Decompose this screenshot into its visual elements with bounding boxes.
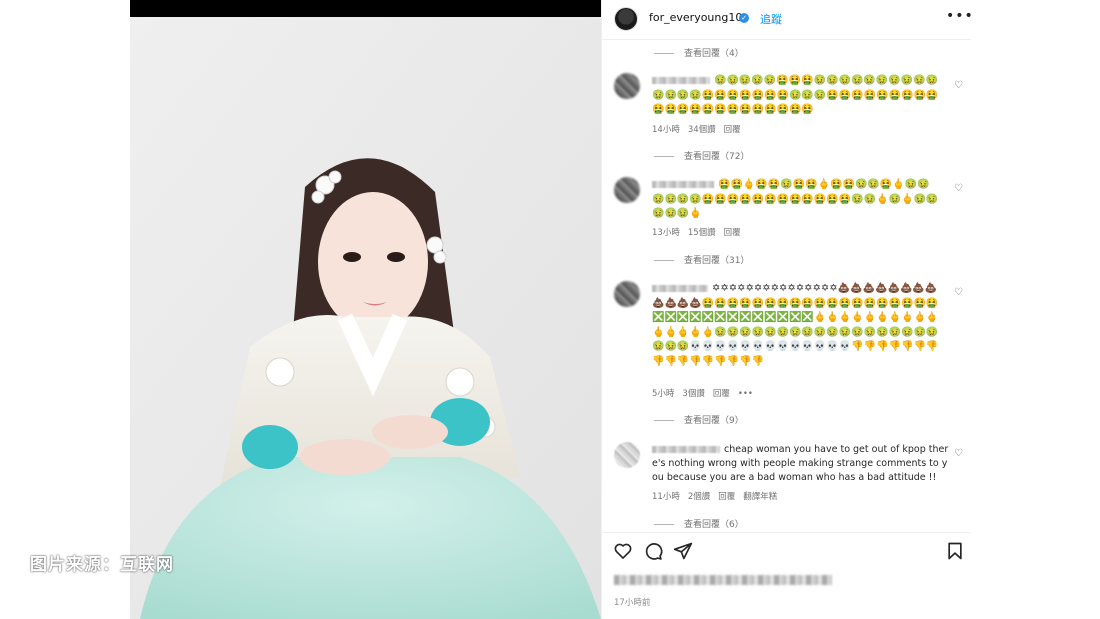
post-actions-bar: 17小時前: [602, 532, 971, 619]
comment-meta: 13小時 15個讚 回覆: [652, 226, 749, 238]
like-comment-heart-icon[interactable]: ♡: [954, 80, 963, 91]
watermark-text: 图片来源：互联网: [30, 555, 174, 575]
comment-text: cheap woman you have to get out of kpop …: [652, 443, 952, 485]
comment-time: 14小時: [652, 125, 680, 135]
commenter-avatar[interactable]: [614, 442, 640, 468]
post-side-panel: for_everyoung10 ✓ 追蹤 ••• 查看回覆（4） 🤢🤢🤢🤢🤢🤮🤮…: [601, 0, 974, 619]
photo-illustration: [130, 17, 601, 619]
like-comment-heart-icon[interactable]: ♡: [954, 448, 963, 459]
view-replies-label: 查看回覆（6）: [684, 520, 744, 530]
view-replies-label: 查看回覆（72）: [684, 152, 750, 162]
commenter-avatar[interactable]: [614, 177, 640, 203]
comment-reply-button[interactable]: 回覆: [724, 228, 741, 238]
view-replies-button[interactable]: 查看回覆（31）: [654, 253, 750, 266]
commenter-avatar[interactable]: [614, 281, 640, 307]
heart-outline-icon[interactable]: [613, 541, 633, 561]
replies-dash: [654, 53, 674, 54]
replies-dash: [654, 420, 674, 421]
commenter-username[interactable]: [652, 180, 714, 188]
commenter-username[interactable]: [652, 446, 720, 453]
view-replies-button[interactable]: 查看回覆（72）: [654, 149, 750, 162]
see-translation-button[interactable]: 翻譯年糕: [743, 492, 777, 502]
comment-meta: 5小時 3個讚 回覆 •••: [652, 387, 761, 399]
post-header: for_everyoung10 ✓ 追蹤 •••: [602, 0, 974, 40]
verified-badge-icon: ✓: [739, 13, 749, 23]
comment-reply-button[interactable]: 回覆: [713, 389, 730, 399]
comment-meta: 14小時 34個讚 回覆: [652, 123, 749, 135]
replies-dash: [654, 260, 674, 261]
commenter-username[interactable]: [652, 76, 710, 84]
view-replies-button[interactable]: 查看回覆（4）: [654, 46, 744, 59]
comment-text: ✡✡✡✡✡✡✡✡✡✡✡✡✡✡✡💩💩💩💩💩💩💩💩💩💩💩💩🤮🤮🤮🤮🤮🤮🤮🤮🤮🤮🤮🤮🤮…: [652, 282, 942, 369]
view-replies-button[interactable]: 查看回覆（9）: [654, 413, 744, 426]
comment-reply-button[interactable]: 回覆: [724, 125, 741, 135]
view-replies-button[interactable]: 查看回覆（6）: [654, 517, 744, 530]
comment-time: 13小時: [652, 228, 680, 238]
follow-button[interactable]: 追蹤: [760, 11, 782, 27]
screenshot-stage: 图片来源：互联网 for_everyoung10 ✓ 追蹤 ••• 查看回覆（4…: [0, 0, 1100, 619]
replies-dash: [654, 524, 674, 525]
post-time: 17小時前: [614, 598, 651, 608]
commenter-username[interactable]: [652, 284, 708, 292]
view-replies-label: 查看回覆（4）: [684, 49, 744, 59]
post-photo[interactable]: [130, 0, 601, 619]
photo-top-bar: [130, 0, 601, 17]
comment-time: 11小時: [652, 492, 680, 502]
comment-bubble-icon[interactable]: [643, 541, 663, 561]
view-replies-label: 查看回覆（31）: [684, 256, 750, 266]
likes-count-blurred[interactable]: [614, 575, 832, 585]
author-avatar[interactable]: [614, 7, 638, 31]
comment-meta: 11小時 2個讚 回覆 翻譯年糕: [652, 490, 785, 502]
author-username[interactable]: for_everyoung10: [649, 11, 742, 24]
comment-time: 5小時: [652, 389, 675, 399]
comment-emoji: ✡✡✡✡✡✡✡✡✡✡✡✡✡✡✡💩💩💩💩💩💩💩💩💩💩💩💩🤮🤮🤮🤮🤮🤮🤮🤮🤮🤮🤮🤮🤮…: [652, 283, 939, 367]
comment-likes[interactable]: 3個讚: [682, 389, 704, 399]
more-options-icon[interactable]: •••: [946, 8, 974, 24]
like-comment-heart-icon[interactable]: ♡: [954, 287, 963, 298]
comment-reply-button[interactable]: 回覆: [718, 492, 735, 502]
comment-likes[interactable]: 15個讚: [688, 228, 716, 238]
commenter-avatar[interactable]: [614, 73, 640, 99]
bookmark-icon[interactable]: [945, 541, 965, 561]
comment-text: 🤮🤮🖕🤮🤮🤢🤮🤮🖕🤮🤮🤢🤢🤮🖕🤢🤢🤢🤢🤢🤢🤮🤮🤮🤮🤮🤮🤮🤮🤮🤮🤮🤮🤢🤢🖕🤢🖕🤢🤢…: [652, 178, 942, 222]
comment-likes[interactable]: 34個讚: [688, 125, 716, 135]
like-comment-heart-icon[interactable]: ♡: [954, 183, 963, 194]
paper-plane-icon[interactable]: [673, 541, 693, 561]
view-replies-label: 查看回覆（9）: [684, 416, 744, 426]
comment-likes[interactable]: 2個讚: [688, 492, 710, 502]
comment-more-icon[interactable]: •••: [738, 389, 753, 399]
comments-list: 查看回覆（4） 🤢🤢🤢🤢🤢🤮🤮🤮🤢🤢🤢🤢🤢🤢🤢🤢🤢🤢🤢🤢🤢🤢🤮🤮🤮🤮🤮🤮🤮🤢🤢🤢…: [602, 40, 971, 532]
replies-dash: [654, 156, 674, 157]
comment-text: 🤢🤢🤢🤢🤢🤮🤮🤮🤢🤢🤢🤢🤢🤢🤢🤢🤢🤢🤢🤢🤢🤢🤮🤮🤮🤮🤮🤮🤮🤢🤢🤢🤮🤮🤮🤮🤮🤮🤮🤮…: [652, 74, 942, 118]
